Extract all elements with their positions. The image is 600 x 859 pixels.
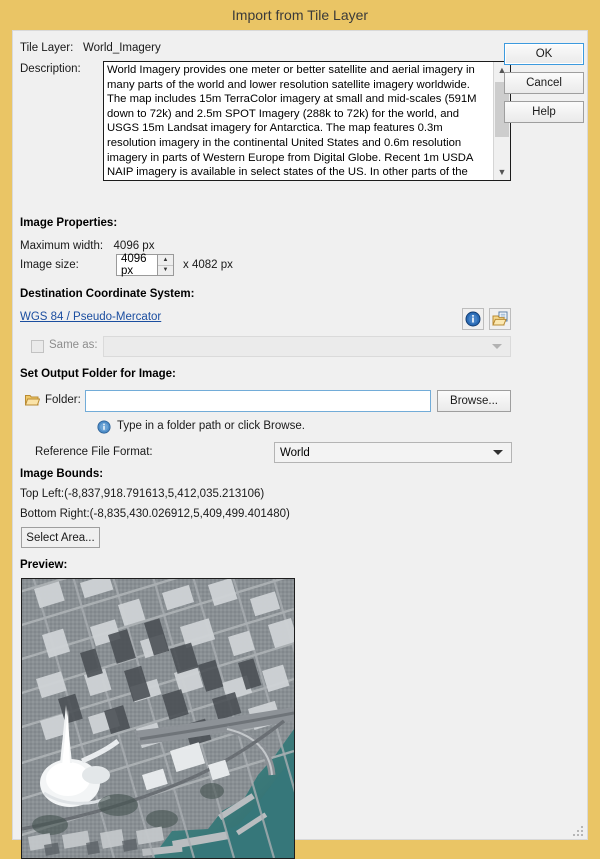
folder-label: Folder: xyxy=(45,394,81,406)
maximum-width-row: Maximum width: 4096 px xyxy=(20,236,154,254)
title-bar: Import from Tile Layer xyxy=(0,0,600,30)
image-size-suffix: x 4082 px xyxy=(183,259,233,271)
reference-format-dropdown[interactable]: World xyxy=(274,442,512,463)
image-bounds-bottom-right: Bottom Right:(-8,835,430.026912,5,409,49… xyxy=(20,508,290,520)
resize-grip[interactable] xyxy=(573,826,585,838)
stepper-down-icon[interactable]: ▼ xyxy=(158,266,173,276)
stepper-up-icon[interactable]: ▲ xyxy=(158,255,173,266)
same-as-checkbox[interactable] xyxy=(31,340,44,353)
image-bounds-heading: Image Bounds: xyxy=(20,468,104,480)
info-hint-icon xyxy=(97,420,111,439)
output-folder-heading: Set Output Folder for Image: xyxy=(20,368,176,380)
folder-input[interactable] xyxy=(85,390,431,412)
description-text: World Imagery provides one meter or bett… xyxy=(107,64,477,179)
preview-image xyxy=(21,578,295,859)
dialog-content-panel: Tile Layer: World_Imagery Description: W… xyxy=(12,30,588,859)
image-size-stepper[interactable]: 4096 px ▲ ▼ xyxy=(116,253,174,277)
same-as-dropdown[interactable] xyxy=(103,336,511,357)
help-button[interactable]: Help xyxy=(504,101,584,123)
open-folder-icon[interactable] xyxy=(489,308,511,330)
browse-button[interactable]: Browse... xyxy=(437,390,511,412)
info-icon[interactable] xyxy=(462,308,484,330)
reference-format-value: World xyxy=(280,446,310,459)
cancel-button[interactable]: Cancel xyxy=(504,72,584,94)
scroll-down-icon[interactable]: ▼ xyxy=(494,164,510,180)
dialog-window: Import from Tile Layer Tile Layer: World… xyxy=(0,0,600,859)
folder-glyph xyxy=(24,395,41,406)
satellite-imagery-graphic xyxy=(22,579,294,858)
maximum-width-label: Maximum width: xyxy=(20,240,104,252)
select-area-button[interactable]: Select Area... xyxy=(21,527,100,548)
image-bounds-top-left: Top Left:(-8,837,918.791613,5,412,035.21… xyxy=(20,488,265,500)
tile-layer-label: Tile Layer: xyxy=(20,42,74,54)
image-size-label: Image size: xyxy=(20,259,79,271)
image-size-value[interactable]: 4096 px xyxy=(117,253,157,277)
preview-heading: Preview: xyxy=(20,559,68,571)
dialog-title: Import from Tile Layer xyxy=(231,7,369,23)
maximum-width-value: 4096 px xyxy=(113,240,155,252)
tile-layer-row: Tile Layer: World_Imagery xyxy=(20,42,161,54)
reference-format-label: Reference File Format: xyxy=(35,446,153,458)
ok-button[interactable]: OK xyxy=(504,43,584,65)
description-label: Description: xyxy=(20,63,81,75)
info-hint-glyph xyxy=(97,420,111,434)
image-properties-heading: Image Properties: xyxy=(20,217,118,229)
open-folder-glyph xyxy=(491,311,507,326)
crs-link[interactable]: WGS 84 / Pseudo-Mercator xyxy=(20,311,161,323)
chevron-down-icon xyxy=(492,344,502,349)
destination-crs-heading: Destination Coordinate System: xyxy=(20,288,195,300)
info-glyph xyxy=(465,311,481,327)
tile-layer-value: World_Imagery xyxy=(83,42,161,54)
stepper-buttons[interactable]: ▲ ▼ xyxy=(157,255,173,275)
chevron-down-icon xyxy=(493,450,503,455)
same-as-label: Same as: xyxy=(49,339,98,351)
folder-hint-text: Type in a folder path or click Browse. xyxy=(117,420,305,432)
description-box[interactable]: World Imagery provides one meter or bett… xyxy=(103,61,511,181)
folder-icon xyxy=(24,393,41,412)
